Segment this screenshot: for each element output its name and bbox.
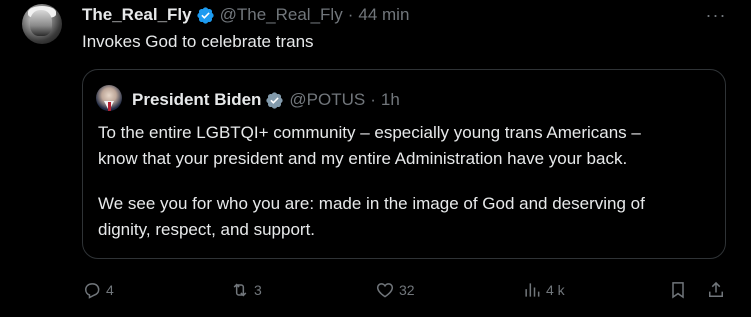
reply-count: 4 bbox=[106, 282, 114, 298]
quoted-tweet-header: President Biden @POTUS · 1h bbox=[132, 89, 400, 111]
more-options-icon[interactable]: ··· bbox=[704, 4, 728, 26]
bookmark-button[interactable] bbox=[668, 277, 688, 303]
tweet-time[interactable]: 44 min bbox=[358, 5, 409, 25]
author-handle[interactable]: @The_Real_Fly bbox=[220, 5, 343, 25]
repost-count: 3 bbox=[254, 282, 262, 298]
action-bar: 4 3 32 4 k bbox=[0, 277, 751, 303]
share-button[interactable] bbox=[706, 277, 726, 303]
quoted-line: dignity, respect, and support. bbox=[98, 220, 316, 239]
repost-button[interactable]: 3 bbox=[230, 277, 262, 303]
quoted-author-handle[interactable]: @POTUS bbox=[289, 90, 365, 110]
views-button[interactable]: 4 k bbox=[522, 277, 565, 303]
quoted-tweet-text: To the entire LGBTQI+ community – especi… bbox=[98, 120, 718, 243]
quoted-paragraph: We see you for who you are: made in the … bbox=[98, 191, 718, 243]
author-avatar[interactable] bbox=[22, 4, 62, 44]
quoted-line: know that your president and my entire A… bbox=[98, 149, 628, 168]
share-icon bbox=[709, 281, 723, 297]
bookmark-icon bbox=[672, 282, 684, 299]
avatar-face bbox=[30, 10, 52, 36]
quoted-tweet-time[interactable]: 1h bbox=[381, 90, 400, 110]
author-name[interactable]: The_Real_Fly bbox=[82, 5, 192, 25]
analytics-icon bbox=[525, 283, 540, 297]
verified-badge-icon bbox=[196, 6, 214, 24]
header-separator: · bbox=[347, 5, 354, 24]
quoted-line: We see you for who you are: made in the … bbox=[98, 194, 645, 213]
quoted-paragraph: To the entire LGBTQI+ community – especi… bbox=[98, 120, 718, 172]
quoted-line: To the entire LGBTQI+ community – especi… bbox=[98, 123, 641, 142]
reply-icon bbox=[84, 283, 100, 299]
avatar-tie bbox=[107, 102, 111, 111]
quoted-author-name[interactable]: President Biden bbox=[132, 90, 261, 110]
quoted-author-avatar[interactable] bbox=[96, 85, 122, 111]
like-count: 32 bbox=[399, 282, 415, 298]
repost-icon bbox=[233, 283, 247, 297]
like-button[interactable]: 32 bbox=[375, 277, 415, 303]
tweet-text: Invokes God to celebrate trans bbox=[82, 32, 314, 51]
quoted-header-separator: · bbox=[370, 90, 376, 109]
reply-button[interactable]: 4 bbox=[82, 277, 114, 303]
heart-icon bbox=[376, 283, 394, 298]
views-count: 4 k bbox=[546, 282, 565, 298]
tweet-header: The_Real_Fly @The_Real_Fly · 44 min bbox=[82, 4, 409, 26]
government-badge-icon bbox=[266, 91, 284, 109]
quoted-tweet[interactable]: President Biden @POTUS · 1h To the entir… bbox=[82, 69, 726, 259]
tweet[interactable]: The_Real_Fly @The_Real_Fly · 44 min ··· … bbox=[0, 0, 751, 317]
